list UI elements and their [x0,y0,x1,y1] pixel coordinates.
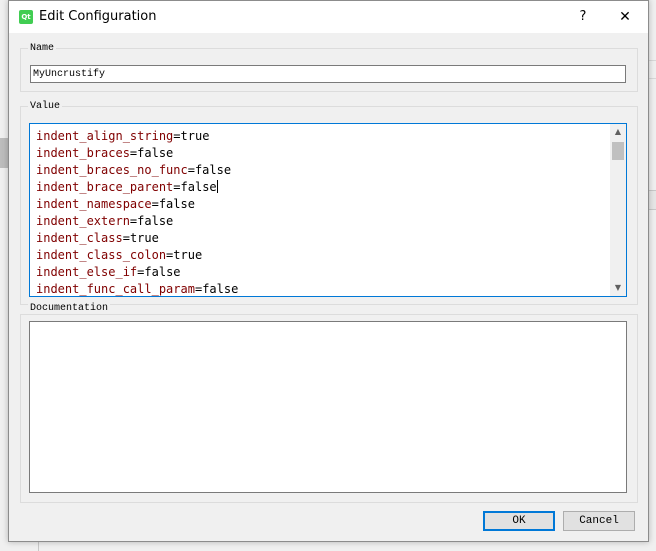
config-value: false [137,146,174,160]
code-line: indent_class_colon=true [36,247,238,264]
scroll-thumb[interactable] [612,142,624,160]
cancel-button[interactable]: Cancel [563,511,635,531]
close-button[interactable]: ✕ [609,5,641,29]
code-line: indent_brace_parent=false [36,179,238,196]
title-bar: Qt Edit Configuration ? ✕ [9,1,648,33]
documentation-label: Documentation [28,303,111,314]
code-lines: indent_align_string=true indent_braces=fa… [36,128,239,296]
config-key: indent_extern [36,214,130,228]
ok-button[interactable]: OK [483,511,555,531]
scroll-down-arrow-icon[interactable]: ▼ [610,280,626,296]
config-value: false [202,282,239,296]
config-key: indent_braces [36,146,130,160]
config-key: indent_braces_no_func [36,163,188,177]
config-value: false [137,214,174,228]
edit-configuration-dialog: Qt Edit Configuration ? ✕ Name MyUncrust… [8,0,649,542]
config-value: false [180,180,217,194]
scroll-up-arrow-icon[interactable]: ▲ [610,124,626,140]
config-key: indent_else_if [36,265,138,279]
code-line: indent_align_string=true [36,128,238,145]
code-line: indent_braces=false [36,145,238,162]
config-key: indent_func_call_param [36,282,195,296]
name-input[interactable]: MyUncrustify [30,65,626,83]
config-value: false [144,265,181,279]
code-line: indent_extern=false [36,213,238,230]
config-key: indent_brace_parent [36,180,174,194]
config-value: false [158,197,195,211]
equals-sign: = [173,180,181,194]
code-line: indent_namespace=false [36,196,238,213]
config-value: true [173,248,203,262]
equals-sign: = [151,197,159,211]
code-line: indent_else_if=false [36,264,238,281]
background-panel-fragment [0,138,8,168]
equals-sign: = [122,231,130,245]
config-value: true [180,129,210,143]
name-label: Name [28,43,57,54]
documentation-text[interactable] [29,321,627,493]
equals-sign: = [173,129,181,143]
vertical-scrollbar[interactable]: ▲ ▼ [610,124,626,296]
dialog-title: Edit Configuration [39,9,157,24]
code-line: indent_class=true [36,230,238,247]
value-label: Value [28,101,63,112]
config-value: true [129,231,159,245]
value-editor[interactable]: indent_align_string=true indent_braces=fa… [29,123,627,297]
qt-app-icon: Qt [19,10,33,24]
config-value: false [194,163,232,177]
text-caret [216,180,218,193]
code-line: indent_braces_no_func=false [36,162,238,179]
config-key: indent_namespace [36,197,152,211]
equals-sign: = [187,163,195,177]
config-key: indent_class [36,231,123,245]
config-key: indent_class_colon [36,248,167,262]
code-line: indent_func_call_param=false [36,281,239,296]
help-button[interactable]: ? [571,5,595,29]
config-key: indent_align_string [36,129,174,143]
